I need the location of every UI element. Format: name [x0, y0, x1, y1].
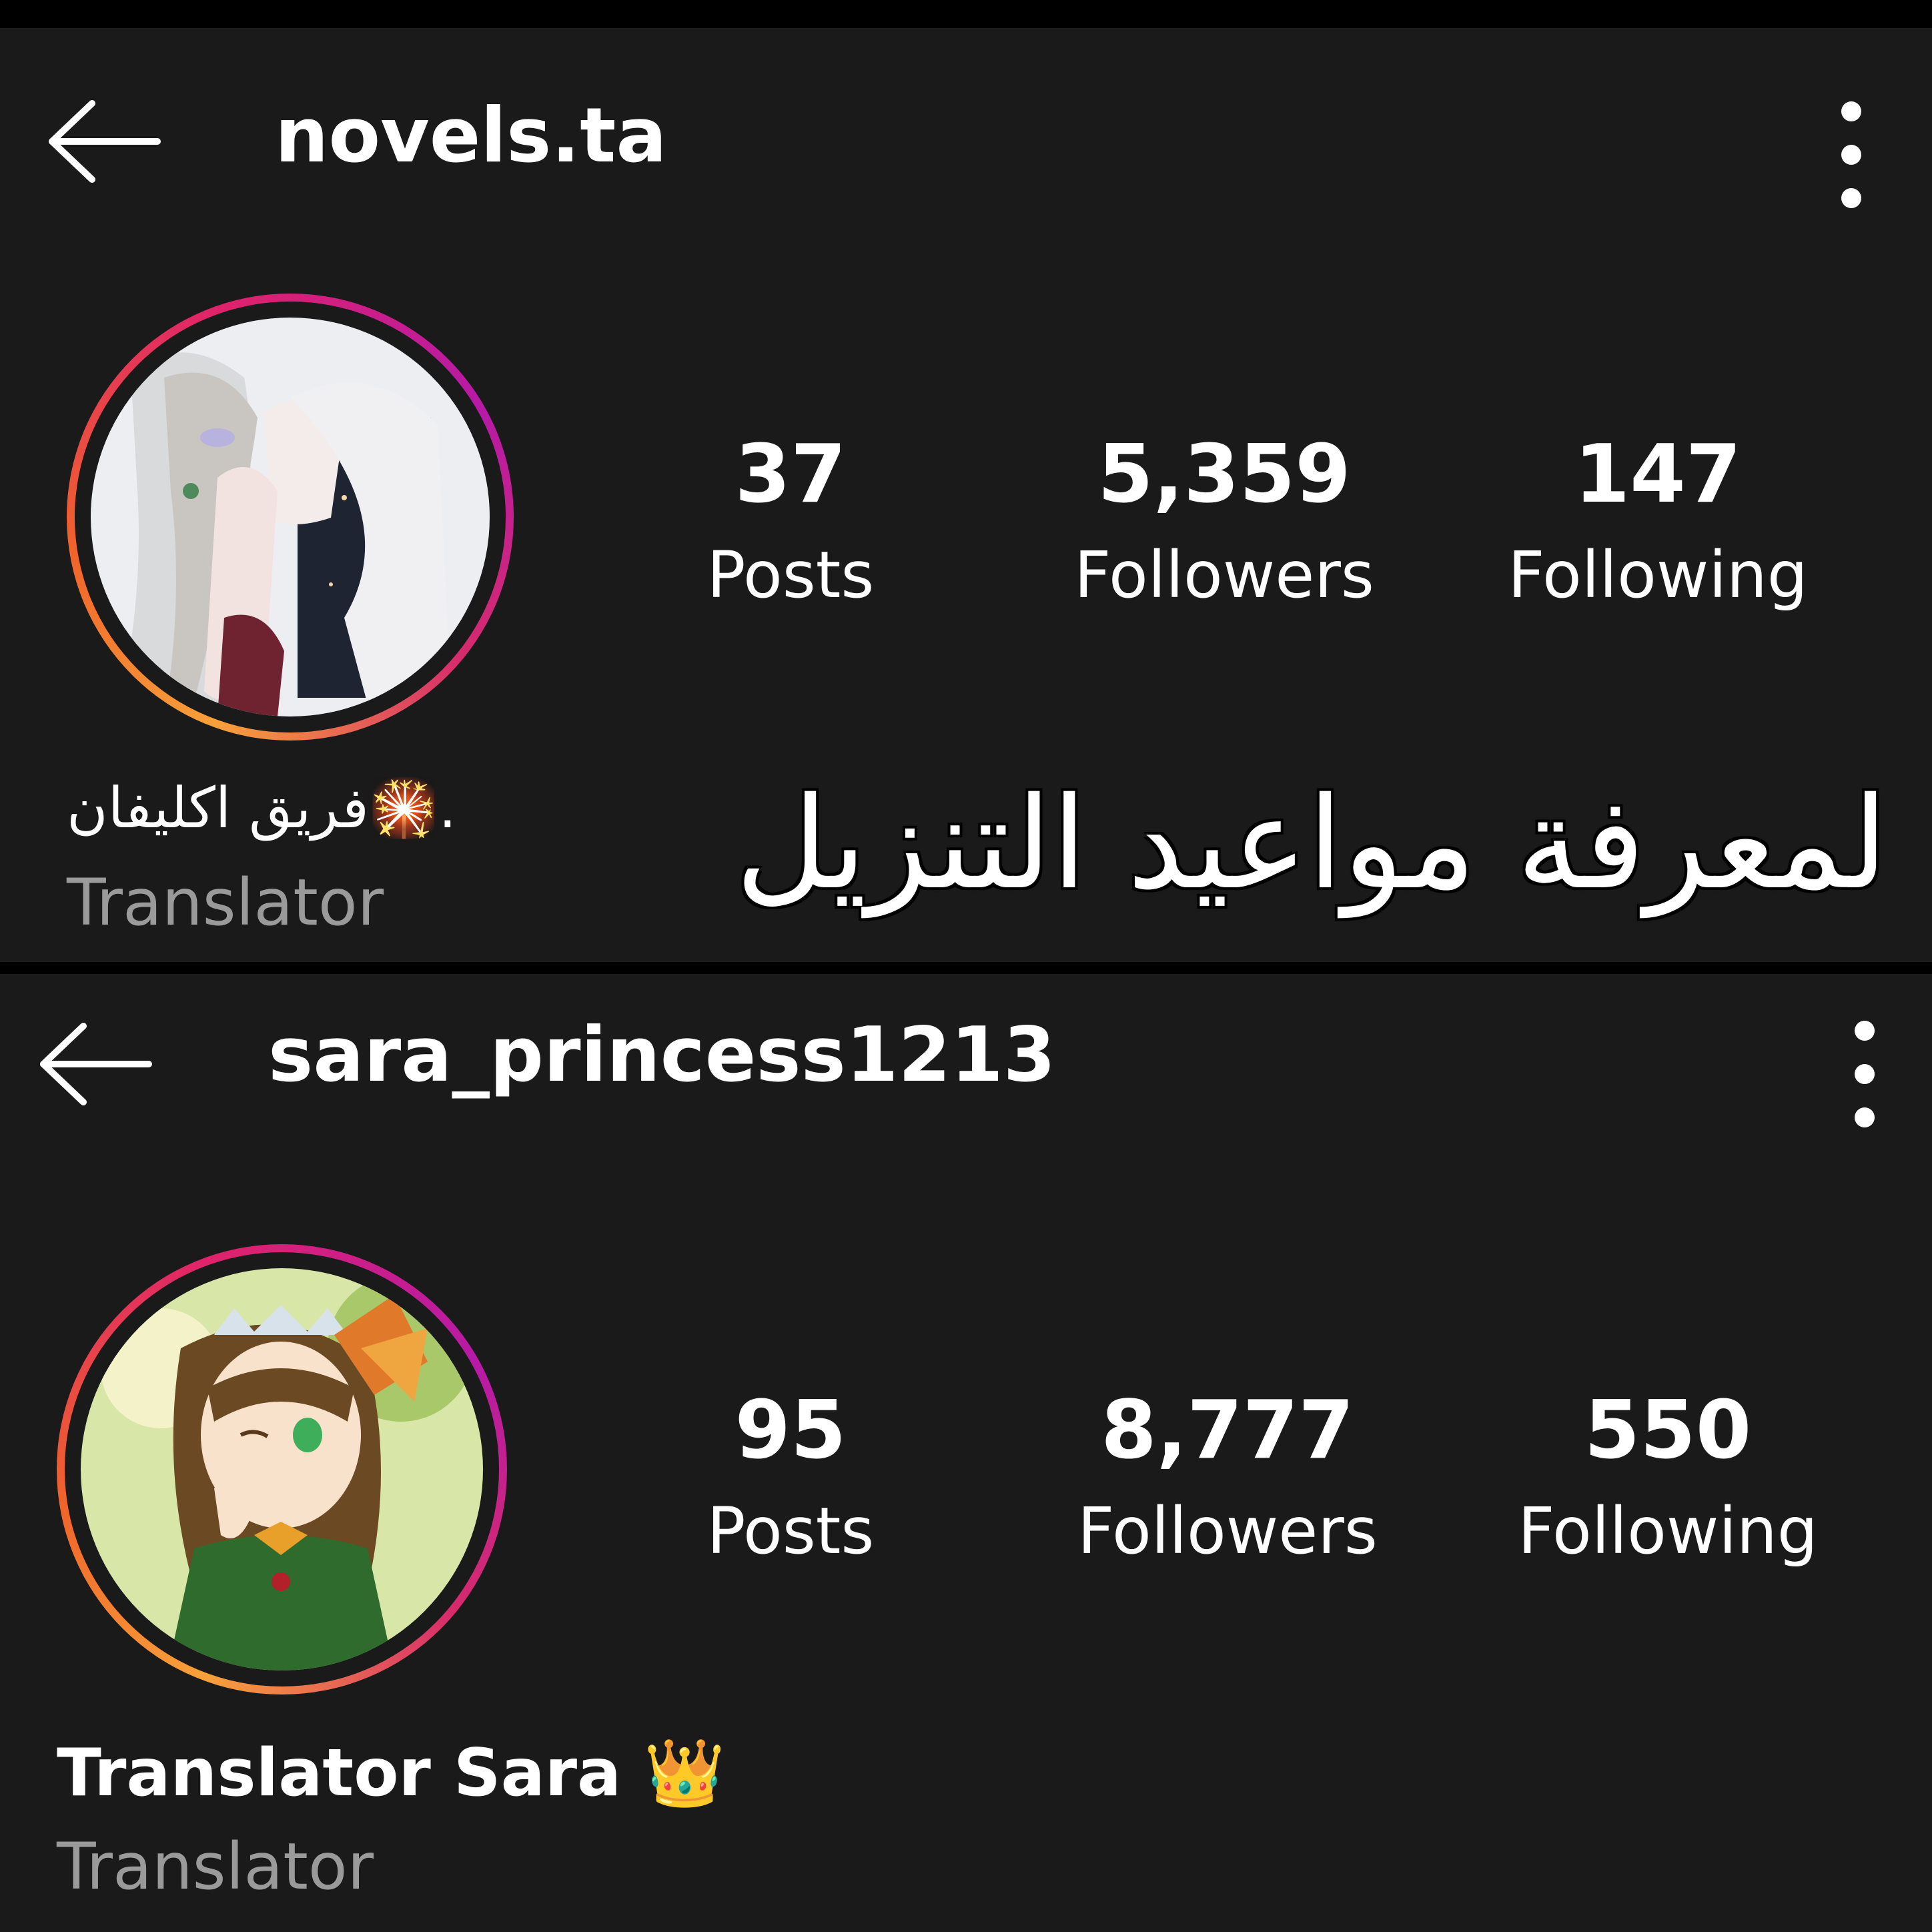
avatar[interactable]	[81, 1268, 483, 1670]
profile-category: Translator	[57, 1829, 374, 1904]
status-bar-strip	[0, 0, 1932, 28]
stat-following-value: 147	[1574, 428, 1742, 521]
more-vertical-icon[interactable]	[1831, 101, 1871, 208]
stat-posts-label: Posts	[706, 1494, 875, 1568]
stat-followers-label: Followers	[1074, 538, 1374, 612]
profile-username: sara_princess1213	[268, 1011, 1056, 1099]
stat-followers-label: Followers	[1077, 1494, 1378, 1568]
stat-posts[interactable]: 37 Posts	[624, 428, 957, 612]
stat-followers[interactable]: 5,359 Followers	[1057, 428, 1391, 612]
profile-display-name: Translator Sara 👑	[57, 1735, 726, 1811]
stat-posts[interactable]: 95 Posts	[624, 1384, 957, 1568]
stat-following-value: 550	[1584, 1384, 1752, 1477]
profile-username: novels.ta	[275, 91, 667, 179]
stat-posts-value: 95	[735, 1384, 847, 1477]
profile-category: Translator	[67, 865, 384, 940]
stat-followers[interactable]: 8,777 Followers	[1061, 1384, 1394, 1568]
back-arrow-icon[interactable]	[45, 98, 162, 185]
stat-following[interactable]: 147 Following	[1491, 428, 1825, 612]
avatar-illustration	[81, 1268, 483, 1670]
stat-following-label: Following	[1508, 538, 1808, 612]
stat-posts-value: 37	[735, 428, 847, 521]
profile-screen-2: sara_princess1213 95 Posts 8,777 Followe…	[0, 974, 1932, 1932]
avatar[interactable]	[91, 318, 490, 716]
stat-following[interactable]: 550 Following	[1501, 1384, 1835, 1568]
profile-display-name: .🎇فريق اكليفان	[67, 775, 457, 841]
avatar-illustration	[91, 318, 490, 716]
stat-posts-label: Posts	[706, 538, 875, 612]
overlay-caption: لمعرفة مواعيد التنزيل	[735, 770, 1888, 917]
stat-followers-value: 5,359	[1097, 428, 1351, 521]
more-vertical-icon[interactable]	[1845, 1021, 1885, 1127]
stat-followers-value: 8,777	[1101, 1384, 1354, 1477]
back-arrow-icon[interactable]	[37, 1021, 153, 1107]
stat-following-label: Following	[1518, 1494, 1818, 1568]
screenshot-divider	[0, 962, 1932, 974]
